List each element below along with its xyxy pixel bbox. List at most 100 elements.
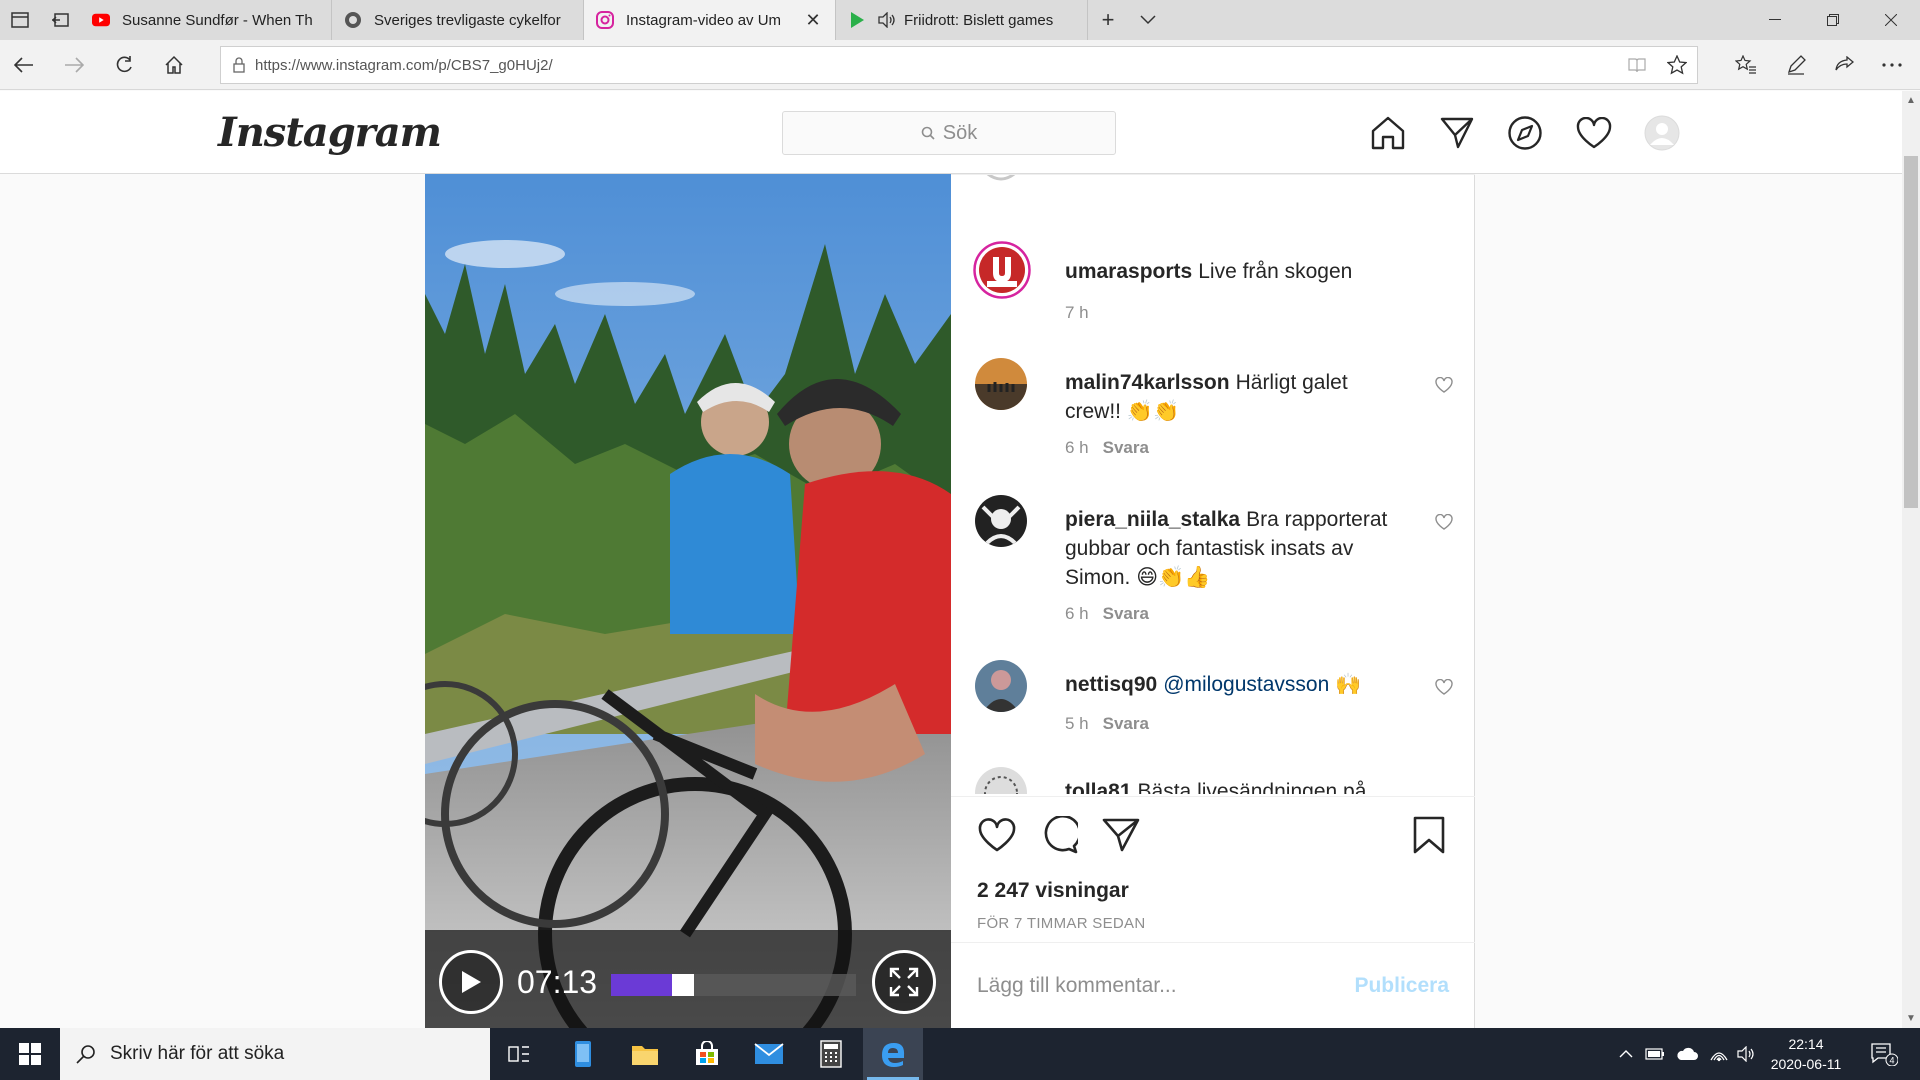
site-icon	[344, 11, 362, 29]
taskbar-app-mail[interactable]	[739, 1028, 799, 1080]
taskbar-search-input[interactable]: Skriv här för att söka	[60, 1028, 490, 1080]
video-progress-bar[interactable]	[611, 974, 856, 996]
wifi-icon[interactable]	[1704, 1028, 1734, 1080]
favorite-star-icon[interactable]	[1657, 55, 1697, 75]
comment-username[interactable]: nettisq90	[1065, 673, 1157, 696]
reply-button[interactable]: Svara	[1103, 714, 1149, 733]
taskbar-clock[interactable]: 22:14 2020-06-11	[1758, 1034, 1854, 1074]
explore-compass-icon[interactable]	[1505, 113, 1545, 153]
like-comment-heart-icon[interactable]	[1433, 374, 1455, 396]
post-video[interactable]: 07:13	[425, 174, 951, 1028]
taskbar-app-store[interactable]	[677, 1028, 737, 1080]
tab-list-chevron-icon[interactable]	[1128, 0, 1168, 40]
avatar[interactable]	[975, 660, 1027, 712]
comment-mention-link[interactable]: @milogustavsson	[1163, 673, 1329, 696]
close-tab-icon[interactable]: ✕	[803, 10, 823, 31]
share-button[interactable]	[1826, 48, 1862, 82]
tabs-icon	[11, 12, 29, 28]
taskbar-app-edge[interactable]	[863, 1028, 923, 1080]
pen-icon	[1787, 55, 1806, 75]
like-comment-heart-icon[interactable]	[1433, 676, 1455, 698]
taskbar-app-calculator[interactable]	[801, 1028, 861, 1080]
forward-button[interactable]	[56, 48, 92, 82]
play-button[interactable]	[439, 950, 503, 1014]
reply-button[interactable]: Svara	[1103, 438, 1149, 457]
notes-button[interactable]	[1778, 48, 1814, 82]
taskbar-search-placeholder: Skriv här för att söka	[110, 1043, 285, 1064]
more-menu-button[interactable]	[1874, 48, 1910, 82]
comment-username[interactable]: tolla81	[1065, 780, 1132, 794]
start-button[interactable]	[0, 1028, 60, 1080]
scroll-up-icon[interactable]: ▲	[1906, 95, 1916, 106]
home-icon[interactable]	[1368, 113, 1408, 153]
like-heart-icon[interactable]	[975, 813, 1019, 857]
activity-heart-icon[interactable]	[1574, 113, 1614, 153]
home-button[interactable]	[156, 48, 192, 82]
tab-instagram[interactable]: Instagram-video av Um ✕	[584, 0, 836, 40]
comment-username[interactable]: malin74karlsson	[1065, 371, 1230, 394]
comment-username[interactable]: umarasports	[1065, 260, 1192, 283]
url-text: https://www.instagram.com/p/CBS7_g0HUj2/	[255, 56, 553, 74]
add-comment-input[interactable]: Lägg till kommentar...	[977, 974, 1354, 998]
avatar[interactable]	[975, 767, 1027, 794]
new-tab-button[interactable]: +	[1088, 0, 1128, 40]
reading-view-icon[interactable]	[1617, 57, 1657, 73]
windows-taskbar: Skriv här för att söka 22:14 2020-06-11 …	[0, 1028, 1920, 1080]
view-count[interactable]: 2 247 visningar	[977, 879, 1129, 903]
instagram-header: Instagram Sök	[0, 91, 1902, 174]
instagram-logo[interactable]: Instagram	[218, 109, 442, 156]
youtube-icon	[92, 11, 110, 29]
restore-button[interactable]	[1804, 0, 1862, 40]
share-paper-plane-icon[interactable]	[1099, 813, 1143, 857]
tab-friidrott[interactable]: Friidrott: Bislett games	[836, 0, 1088, 40]
avatar[interactable]	[975, 495, 1027, 547]
onedrive-cloud-icon[interactable]	[1670, 1028, 1704, 1080]
profile-avatar-icon[interactable]	[1642, 113, 1682, 153]
scroll-down-icon[interactable]: ▼	[1906, 1013, 1916, 1024]
taskbar-app-file-explorer[interactable]	[615, 1028, 675, 1080]
publish-button[interactable]: Publicera	[1354, 974, 1449, 998]
volume-icon[interactable]	[1734, 1028, 1760, 1080]
page-scrollbar[interactable]: ▲ ▼	[1902, 91, 1920, 1028]
comment-time[interactable]: 5 h	[1065, 714, 1089, 733]
video-progress-knob[interactable]	[672, 974, 694, 996]
calculator-icon	[820, 1040, 842, 1068]
comment-username[interactable]: piera_niila_stalka	[1065, 508, 1240, 531]
window-controls	[1746, 0, 1920, 40]
favorites-list-icon	[1735, 55, 1756, 74]
scrollbar-thumb[interactable]	[1904, 156, 1918, 508]
comment-time[interactable]: 6 h	[1065, 438, 1089, 457]
search-input[interactable]: Sök	[782, 111, 1116, 155]
add-comment-form: Lägg till kommentar... Publicera	[951, 942, 1475, 1028]
tab-cykelforum[interactable]: Sveriges trevligaste cykelfor	[332, 0, 584, 40]
minimize-button[interactable]	[1746, 0, 1804, 40]
avatar[interactable]	[975, 358, 1027, 410]
save-bookmark-icon[interactable]	[1407, 813, 1451, 857]
fullscreen-button[interactable]	[872, 950, 936, 1014]
taskbar-app-tablet[interactable]	[553, 1028, 613, 1080]
audio-playing-icon[interactable]	[878, 11, 896, 29]
address-bar[interactable]: https://www.instagram.com/p/CBS7_g0HUj2/	[220, 46, 1698, 84]
caption-time[interactable]: 7 h	[1065, 303, 1089, 322]
close-window-button[interactable]	[1862, 0, 1920, 40]
show-hidden-icons-chevron-icon[interactable]	[1612, 1028, 1640, 1080]
tab-youtube[interactable]: Susanne Sundfør - When Th	[80, 0, 332, 40]
tab-preview-button[interactable]	[0, 0, 40, 40]
notification-count: 4	[1889, 1056, 1894, 1066]
set-tabs-aside-button[interactable]	[40, 0, 80, 40]
battery-icon[interactable]	[1640, 1028, 1670, 1080]
post-timestamp[interactable]: FÖR 7 TIMMAR SEDAN	[977, 915, 1145, 932]
tab-title: Friidrott: Bislett games	[904, 11, 1054, 29]
like-comment-heart-icon[interactable]	[1433, 511, 1455, 533]
action-center-button[interactable]: 4	[1862, 1028, 1906, 1080]
comment-bubble-icon[interactable]	[1037, 813, 1081, 857]
favorites-button[interactable]	[1728, 48, 1764, 82]
reply-button[interactable]: Svara	[1103, 604, 1149, 623]
task-view-button[interactable]	[490, 1028, 550, 1080]
lock-icon	[233, 57, 245, 73]
avatar[interactable]	[973, 241, 1031, 299]
refresh-button[interactable]	[106, 48, 142, 82]
direct-message-icon[interactable]	[1437, 113, 1477, 153]
comment-time[interactable]: 6 h	[1065, 604, 1089, 623]
back-button[interactable]	[6, 48, 42, 82]
